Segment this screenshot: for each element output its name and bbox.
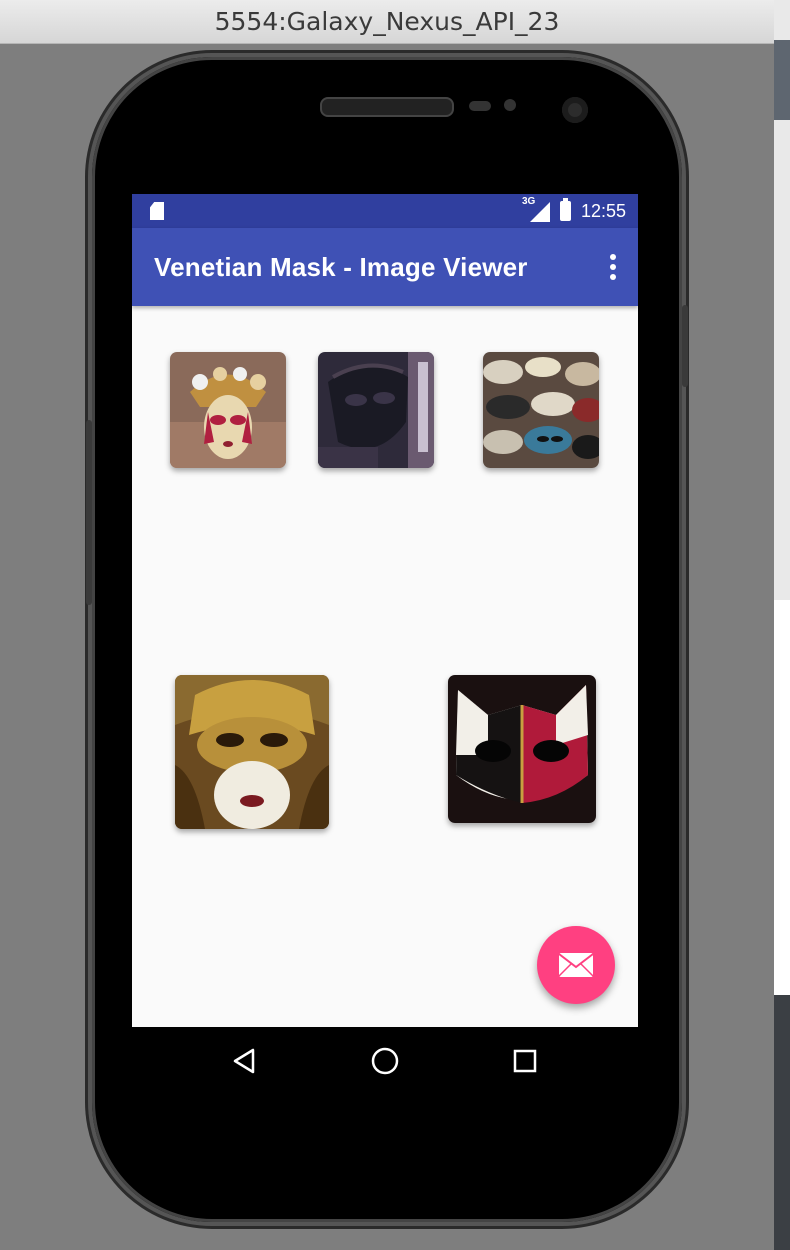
mask-image-1[interactable] (170, 352, 286, 468)
mask-image-1-graphic (170, 352, 286, 468)
status-time: 12:55 (580, 200, 626, 221)
mask-image-2[interactable] (318, 352, 434, 468)
recents-icon (513, 1049, 537, 1073)
background-window (774, 0, 790, 1250)
proximity-sensor (469, 101, 491, 111)
device-screen: 3G 12:55 Venetian Mask - Image Viewer (132, 194, 638, 1027)
mask-image-5-graphic (448, 675, 596, 823)
mask-image-4[interactable] (175, 675, 329, 829)
mask-image-4-graphic (175, 675, 329, 829)
speaker-grille (320, 97, 454, 117)
mask-image-3[interactable] (483, 352, 599, 468)
home-button[interactable] (367, 1043, 403, 1079)
navigation-bar (132, 1027, 638, 1095)
mask-image-3-graphic (483, 352, 599, 468)
volume-button[interactable] (86, 420, 92, 605)
home-icon (371, 1047, 399, 1075)
email-fab-button[interactable] (537, 926, 615, 1004)
recents-button[interactable] (507, 1043, 543, 1079)
light-sensor (504, 99, 516, 111)
status-bar: 3G 12:55 (132, 194, 638, 228)
back-icon (233, 1048, 255, 1074)
signal-icon: 3G (522, 196, 550, 222)
mask-image-2-graphic (318, 352, 434, 468)
email-icon (558, 953, 594, 977)
sd-card-icon (150, 202, 164, 220)
app-bar: Venetian Mask - Image Viewer (132, 228, 638, 306)
overflow-menu-icon[interactable] (610, 254, 616, 280)
window-title-bar: 5554:Galaxy_Nexus_API_23 (0, 0, 774, 44)
front-camera (562, 97, 588, 123)
battery-icon (559, 198, 571, 221)
power-button[interactable] (682, 305, 688, 387)
window-title: 5554:Galaxy_Nexus_API_23 (214, 7, 560, 36)
app-title: Venetian Mask - Image Viewer (154, 251, 528, 282)
mask-image-5[interactable] (448, 675, 596, 823)
back-button[interactable] (227, 1043, 263, 1079)
